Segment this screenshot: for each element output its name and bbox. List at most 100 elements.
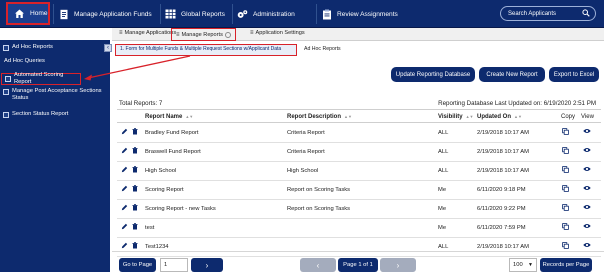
visibility-cell: ALL [438,130,449,136]
sort-icon: ▲▼ [514,114,522,119]
trash-icon[interactable] [132,185,138,194]
trash-icon[interactable] [132,166,138,175]
pagination-bar: Go to Page 1 › ‹ Page 1 of 1 › 100 ▼ Rec… [112,251,604,273]
edit-icon[interactable] [121,166,128,175]
search-icon[interactable] [582,9,590,19]
sidebar-item-ad-hoc-queries[interactable]: Ad Hoc Queries [0,58,110,68]
sidebar-item-ad-hoc-reports[interactable]: Ad Hoc Reports [0,44,110,54]
visibility-cell: Me [438,225,447,231]
breadcrumb-ad-hoc-reports[interactable]: Ad Hoc Reports [304,46,341,52]
report-name-cell: Braswell Fund Report [145,149,201,155]
copy-icon[interactable] [562,185,569,194]
sidebar-item-label: Manage Post Acceptance Sections Status [12,88,102,101]
column-header-updated-on[interactable]: Updated On ▲▼ [477,114,522,120]
nav-review-assignments[interactable]: Review Assignments [321,0,398,28]
copy-icon[interactable] [562,223,569,232]
table-icon [165,9,176,20]
column-header-label: Report Name [145,114,183,121]
nav-manage-application-funds[interactable]: Manage Application Funds [58,0,152,28]
nav-home[interactable]: Home [6,2,50,25]
visibility-cell: ALL [438,168,449,174]
left-sidebar: Ad Hoc Reports Ad Hoc Queries Automated … [0,40,110,272]
sidebar-item-manage-post-acceptance-sections-status[interactable]: Manage Post Acceptance Sections Status [0,88,110,106]
visibility-cell: ALL [438,244,449,250]
copy-icon[interactable] [562,166,569,175]
chevron-right-icon: › [396,260,400,270]
view-icon[interactable] [583,128,591,136]
next-page-button[interactable]: › [380,258,416,272]
visibility-cell: Me [438,187,447,193]
chevron-down-icon: ▼ [528,262,533,268]
breadcrumb-form-tab[interactable]: 1. Form for Multiple Funds & Multiple Re… [115,44,297,56]
report-icon [3,44,9,51]
nav-global-reports[interactable]: Global Reports [165,0,225,28]
view-icon[interactable] [583,223,591,231]
edit-icon[interactable] [121,185,128,194]
trash-icon[interactable] [132,147,138,156]
view-icon[interactable] [583,147,591,155]
copy-icon[interactable] [562,147,569,156]
chevron-left-icon: ‹ [316,260,320,270]
sort-icon: ▲▼ [465,114,474,119]
trash-icon[interactable] [132,204,138,213]
sidebar-item-label: Ad Hoc Reports [12,44,53,50]
export-to-excel-button[interactable]: Export to Excel [549,67,599,82]
report-icon [5,76,11,83]
trash-icon[interactable] [132,242,138,251]
column-header-report-description[interactable]: Report Description ▲▼ [287,114,352,120]
menu-lines-icon: ≡ [119,30,123,36]
view-icon[interactable] [583,204,591,212]
search-applicants-input[interactable]: Search Applicants [500,6,596,21]
column-header-copy: Copy [561,114,576,120]
edit-icon[interactable] [121,204,128,213]
previous-page-button[interactable]: ‹ [300,258,336,272]
view-icon[interactable] [583,166,591,174]
table-header: Report Name ▲▼ Report Description ▲▼ Visib… [117,109,601,123]
sort-icon: ▲▼ [185,114,194,119]
edit-icon[interactable] [121,223,128,232]
subnav-manage-applications[interactable]: ≡ Manage Applications [119,30,176,36]
sidebar-item-section-status-report[interactable]: Section Status Report [0,111,110,121]
report-name-cell: Test1234 [145,244,169,250]
column-header-report-name[interactable]: Report Name ▲▼ [145,114,193,120]
subnav-manage-reports[interactable]: ≡ Manage Reports [171,28,236,41]
edit-icon[interactable] [121,242,128,251]
search-placeholder: Search Applicants [508,10,557,17]
view-icon[interactable] [583,242,591,250]
subnav-application-settings[interactable]: ≡ Application Settings [250,30,305,36]
update-reporting-database-button[interactable]: Update Reporting Database [391,67,475,82]
sidebar-item-automated-scoring-report[interactable]: Automated Scoring Report [1,72,81,85]
copy-icon[interactable] [562,128,569,137]
visibility-cell: Me [438,206,447,212]
edit-icon[interactable] [121,128,128,137]
collapse-sidebar-button[interactable]: ‹ [104,44,112,52]
nav-funds-label: Manage Application Funds [74,10,152,18]
subnav-application-settings-label: Application Settings [255,30,305,36]
go-to-page-button[interactable]: Go to Page [119,258,156,272]
subnav-manage-applications-label: Manage Applications [124,30,177,36]
gears-icon [237,9,248,20]
page-number-input[interactable]: 1 [160,258,188,272]
chevron-circle-icon [224,31,231,38]
sidebar-item-label: Automated Scoring Report [14,72,64,85]
go-to-page-arrow-button[interactable]: › [191,258,223,272]
records-per-page-button[interactable]: Records per Page [540,258,592,272]
chevron-right-icon: › [205,260,209,270]
nav-administration[interactable]: Administration [237,0,295,28]
create-new-report-button[interactable]: Create New Report [479,67,545,82]
copy-icon[interactable] [562,204,569,213]
breadcrumb: 1. Form for Multiple Funds & Multiple Re… [112,42,604,57]
trash-icon[interactable] [132,223,138,232]
trash-icon[interactable] [132,128,138,137]
visibility-cell: ALL [438,149,449,155]
column-header-visibility[interactable]: Visibility ▲▼ [438,114,474,120]
updated-on-cell: 2/19/2018 10:17 AM [477,130,529,136]
records-per-page-select[interactable]: 100 ▼ [509,258,537,272]
view-icon[interactable] [583,185,591,193]
copy-icon[interactable] [562,242,569,251]
sort-icon: ▲▼ [344,114,352,119]
report-name-cell: Scoring Report - new Tasks [145,206,216,212]
edit-icon[interactable] [121,147,128,156]
table-row: Scoring Report - new Tasks Report on Scor… [117,200,601,219]
report-name-cell: test [145,225,155,231]
